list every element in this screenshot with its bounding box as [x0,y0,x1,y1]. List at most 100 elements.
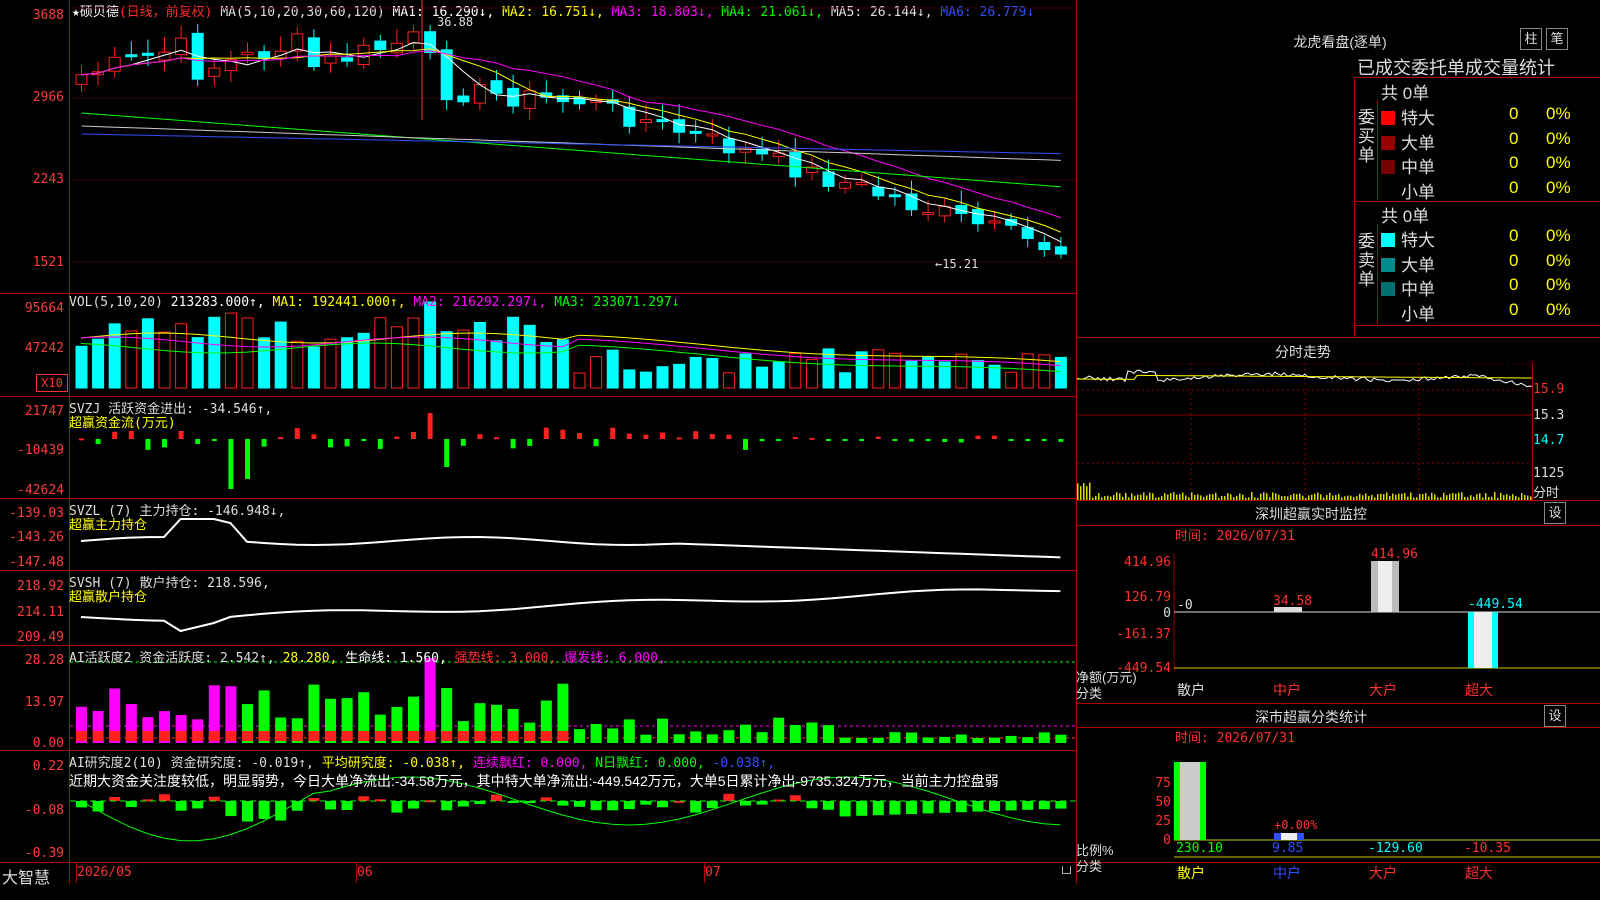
ai-activity-bar [955,734,967,743]
volume-bar [988,364,1001,389]
ai2-continuous-red: 连续飘红: 0.000, [472,756,588,771]
volume-bar [789,352,802,389]
ai-research-bar [358,796,370,801]
volume-bar [1054,356,1067,389]
fund-flow-bar [676,437,682,440]
intraday-volume [1077,483,1079,500]
volume-bar [689,356,702,389]
intraday-volume [1521,493,1523,500]
tick-mode-button[interactable]: 笔 [1546,28,1568,50]
lock-icon[interactable] [1062,866,1071,874]
ai-activity-base [391,731,403,741]
monitor-bar-large-hl [1378,561,1392,612]
intraday-volume [1275,493,1277,500]
ai-activity-base [142,731,154,741]
volume-bar [75,345,88,389]
svsh-subtitle: 超赢散户持仓 [69,590,148,605]
ai-research-bar [225,801,237,817]
intraday-volume [1170,493,1172,500]
ai2-y-label: -0.08 [24,803,64,818]
candle [988,220,1001,224]
ai-research-bar [872,801,884,816]
buy-order-row-pct: 0% [1546,128,1571,148]
volume-bar [490,340,503,389]
ai-activity-bar [1038,732,1050,743]
intraday-volume [1083,483,1085,500]
intraday-chart[interactable] [1077,363,1533,500]
brand-logo: 大智慧 [2,870,51,887]
volume-bar [656,366,669,389]
class-bar-mid-hl [1281,833,1297,840]
ai-activity-bar [1005,735,1017,743]
ai-activity-bar [1022,737,1034,743]
fund-flow-bar [112,431,118,439]
fund-flow-bar [577,433,582,439]
candle [789,152,802,178]
price-y-label: 2243 [32,172,64,187]
volume-bar [341,337,354,389]
candle [938,205,951,217]
ai-research-bar [408,801,419,809]
candlestick-chart[interactable] [70,0,1076,293]
intraday-volume [1425,493,1427,500]
ai-research-bar [889,801,901,815]
rp-divider [1354,325,1600,326]
ai-activity-bar [673,734,685,743]
intraday-volume [1215,492,1217,500]
bar-mode-button[interactable]: 柱 [1520,28,1542,50]
ai-activity-base [325,731,336,741]
price-y-label: 3688 [32,8,64,23]
ai-activity-base [291,731,303,741]
color-swatch [1381,160,1395,174]
class-y-label: 25 [1155,814,1171,829]
fund-flow-bar [826,439,831,441]
ai-research-bar [540,797,552,801]
ai2-v5: -0.038↑, [712,756,776,771]
sz-class-settings-button[interactable]: 设 [1544,705,1566,727]
intraday-y-label: 14.7 [1533,433,1565,448]
candle [1021,227,1034,239]
fund-flow-bar [411,431,416,439]
ai-activity-bar [723,730,735,743]
fund-flow-bar [593,439,599,447]
fund-flow-bar [610,427,616,439]
fund-flow-bar [992,435,997,439]
sell-order-row-count: 0 [1509,299,1519,319]
ai-research-bar [192,801,204,809]
ai-activity-base [507,731,519,741]
color-swatch [1381,307,1395,321]
vol-ma2: MA2: 216292.297↓, [413,295,547,310]
ai1-y-label: 0.00 [32,736,64,751]
fund-flow-bar [726,434,732,439]
price-y-label: 2966 [32,90,64,105]
intraday-volume [1317,492,1319,500]
vol-value: 213283.000↑, [170,295,265,310]
class-value: 9.85 [1272,841,1303,856]
candle [507,87,520,107]
color-swatch [1381,233,1395,247]
volume-bar [1005,371,1018,389]
intraday-volume [1227,493,1229,500]
vol-scale-badge[interactable]: X10 [36,374,68,392]
sz-monitor-class: 分类 [1076,686,1103,701]
fund-flow-bar [942,439,948,442]
volume-bar [540,341,553,389]
sz-monitor-title: 深圳超赢实时监控 [1255,506,1367,522]
sz-monitor-settings-button[interactable]: 设 [1544,502,1566,524]
svzj-subtitle: 超赢资金流(万元) [69,416,176,431]
sz-monitor-chart[interactable]: 414.96 126.790 -161.37 -449.54 -0 34.58 414.96… [1077,545,1600,700]
ai-activity-bar [939,736,951,743]
volume-bar [673,363,686,389]
sz-class-chart[interactable]: 75 50 25 0 +0.00% 230.10 9.85 -129.60 -10.35 散户 中户… [1077,747,1600,884]
intraday-volume [1443,492,1445,500]
ai-research-bar [125,801,137,808]
candle [656,119,669,123]
ai1-title: AI活跃度2 资金活跃度: 2.542↑, 28.280, 生命线: 1.560… [69,647,666,666]
ai2-nday-red: N日飘红: 0.000, [595,756,705,771]
class-bar-note: +0.00% [1274,818,1318,832]
main-force-line [80,518,1061,559]
ai1-y-label: 28.28 [24,653,64,668]
ai-activity-base [374,731,386,741]
sell-order-row-pct: 0% [1546,250,1571,270]
ai1-y-label: 13.97 [24,695,64,710]
